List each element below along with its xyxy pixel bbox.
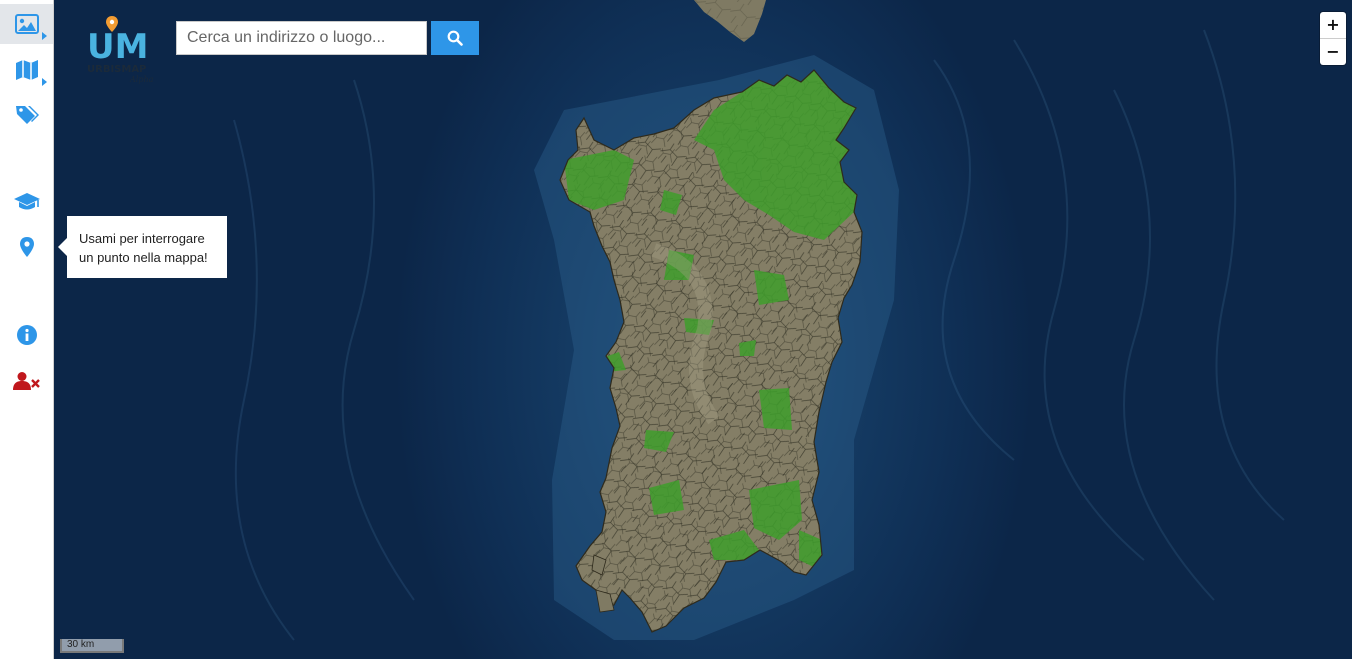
satellite-basemap [233,0,1285,641]
urbismap-logo: UM URBISMAP Alpha [84,14,164,86]
image-icon [14,14,39,34]
sidebar-item-tutorial[interactable] [0,182,53,222]
map-marker-icon [19,237,34,257]
logo-wordmark: URBISMAP [87,64,146,75]
user-remove-icon [12,372,40,390]
sidebar-item-info[interactable] [0,315,53,355]
scale-bar: 30 km [60,639,124,653]
tags-icon [15,106,39,124]
tooltip-line-2: un punto nella mappa! [79,250,208,265]
zoom-control: + − [1320,12,1346,65]
submenu-arrow-icon [42,32,47,40]
search-icon [447,30,463,46]
zoom-out-button[interactable]: − [1320,38,1346,65]
map-canvas[interactable]: UM URBISMAP Alpha + − 30 km [54,0,1352,659]
info-icon [16,325,37,345]
map-icon [15,60,38,80]
logo-subtitle: Alpha [129,75,154,84]
zoom-in-button[interactable]: + [1320,12,1346,38]
logo-graphic: UM URBISMAP Alpha [87,16,154,84]
query-point-tooltip: Usami per interrogare un punto nella map… [58,216,227,278]
tooltip-line-1: Usami per interrogare [79,231,205,246]
logo-letters: UM [87,27,148,67]
search-button[interactable] [431,21,479,55]
search-input[interactable] [176,21,427,55]
graduation-cap-icon [13,193,40,210]
sidebar-item-layers[interactable] [0,50,53,90]
sidebar-item-tags[interactable] [0,95,53,135]
sidebar-item-logout[interactable] [0,361,53,401]
sidebar [0,0,54,659]
sidebar-item-query-point[interactable] [0,227,53,267]
sidebar-item-basemap[interactable] [0,4,53,44]
submenu-arrow-icon [42,78,47,86]
